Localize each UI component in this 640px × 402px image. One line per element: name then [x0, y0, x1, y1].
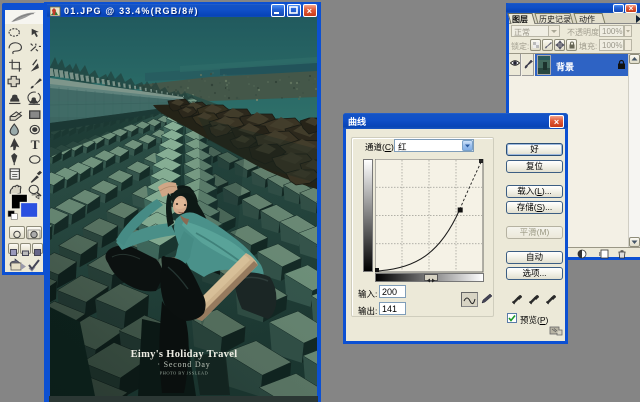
svg-text:PHOTO BY JSSLEAD: PHOTO BY JSSLEAD: [160, 371, 209, 376]
svg-text:T: T: [31, 139, 40, 152]
svg-text:· Second Day: · Second Day: [157, 360, 210, 369]
svg-text:Eimy's Holiday Travel: Eimy's Holiday Travel: [131, 349, 238, 360]
